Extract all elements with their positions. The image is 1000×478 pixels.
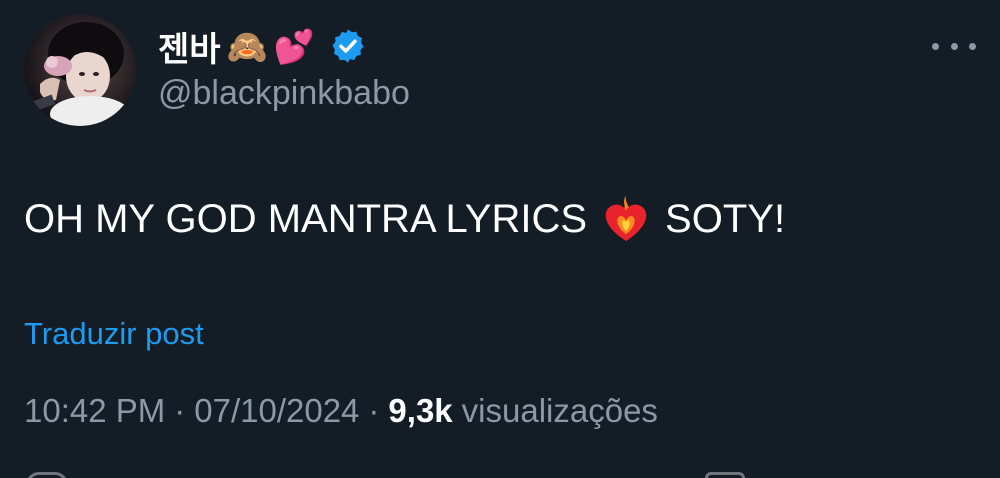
verified-badge-icon[interactable] <box>329 27 367 65</box>
views-label: visualizações <box>461 392 658 429</box>
meta-separator: · <box>368 392 380 429</box>
author-name-row[interactable]: 젠바 🙈 💕 <box>158 22 367 71</box>
meta-separator: · <box>174 392 186 429</box>
more-horizontal-icon <box>950 42 958 50</box>
see-no-evil-monkey-emoji: 🙈 <box>226 26 268 66</box>
post-time[interactable]: 10:42 PM <box>24 392 165 430</box>
reply-icon[interactable] <box>26 472 68 478</box>
post-date[interactable]: 07/10/2024 <box>194 392 359 430</box>
more-horizontal-icon <box>932 42 939 50</box>
avatar[interactable] <box>24 14 136 126</box>
bookmark-icon[interactable] <box>705 472 745 478</box>
translate-post-link[interactable]: Traduzir post <box>24 316 204 352</box>
heart-on-fire-icon <box>605 195 647 241</box>
tweet-text-main: OH MY GOD MANTRA LYRICS <box>24 196 588 241</box>
tweet-meta: 10:42 PM · 07/10/2024 · 9,3k visualizaçõ… <box>24 392 658 430</box>
display-name[interactable]: 젠바 <box>158 22 221 71</box>
views-count: 9,3k <box>388 392 453 429</box>
more-options-button[interactable] <box>932 34 976 58</box>
author-handle[interactable]: @blackpinkbabo <box>158 74 410 113</box>
tweet-text: OH MY GOD MANTRA LYRICS SOTY! <box>24 192 785 246</box>
action-bar <box>0 468 1000 478</box>
two-hearts-emoji: 💕 <box>273 26 315 66</box>
more-horizontal-icon <box>969 42 976 50</box>
tweet-text-end: SOTY! <box>665 196 786 241</box>
